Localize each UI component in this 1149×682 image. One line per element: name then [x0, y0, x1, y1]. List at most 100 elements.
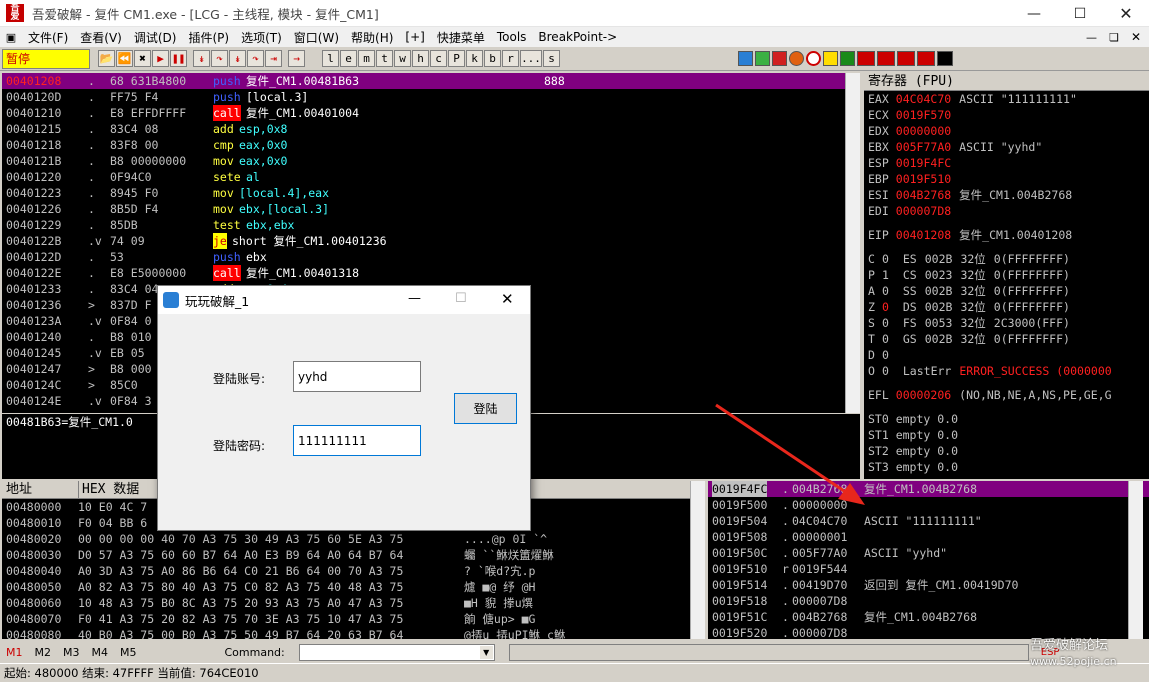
fpu-row[interactable]: ST3 empty 0.0 — [868, 459, 1149, 475]
dialog-maximize-button[interactable]: ☐ — [455, 291, 467, 306]
disasm-row[interactable]: 0040121B. B8 00000000 mov eax,0x0 — [2, 153, 860, 169]
stack-row[interactable]: 0019F504. 04C04C70 ASCII "111111111" — [708, 513, 1149, 529]
close-button[interactable]: ✕ — [1103, 0, 1149, 27]
plugin-green-icon[interactable] — [755, 51, 770, 66]
run-icon[interactable]: ▶ — [152, 50, 169, 67]
plugin-target-icon[interactable] — [806, 51, 821, 66]
stack-row[interactable]: 0019F518. 000007D8 — [708, 593, 1149, 609]
menu-debug[interactable]: 调试(D) — [128, 29, 183, 46]
login-button[interactable]: 登陆 — [454, 393, 517, 424]
stack-row[interactable]: 0019F508. 00000001 — [708, 529, 1149, 545]
stack-row[interactable]: 0019F514. 00419D70 返回到 复件_CM1.00419D70 — [708, 577, 1149, 593]
plugin-smile-icon[interactable] — [823, 51, 838, 66]
stack-row[interactable]: 0019F510 r 0019F544 — [708, 561, 1149, 577]
dump-row[interactable]: 00480060 10 48 A3 75 B0 8C A3 75 20 93 A3… — [2, 595, 705, 611]
execute-till-return-icon[interactable]: ⇥ — [265, 50, 282, 67]
flag-row[interactable]: S 0 FS 0053 32位 2C3000(FFF) — [868, 315, 1149, 331]
flag-row[interactable]: P 1 CS 0023 32位 0(FFFFFFFF) — [868, 267, 1149, 283]
mem-tab-m4[interactable]: M4 — [92, 646, 109, 659]
plugin-grid-icon[interactable] — [840, 51, 855, 66]
rewind-icon[interactable]: ⏪ — [116, 50, 133, 67]
toolbar-P[interactable]: P — [448, 50, 465, 67]
toolbar-r[interactable]: r — [502, 50, 519, 67]
toolbar-c[interactable]: c — [430, 50, 447, 67]
dump-row[interactable]: 00480030 D0 57 A3 75 60 60 B7 64 A0 E3 B9… — [2, 547, 705, 563]
register-row[interactable]: EDX 00000000 — [868, 123, 1149, 139]
stack-row[interactable]: 0019F50C. 005F77A0 ASCII "yyhd" — [708, 545, 1149, 561]
register-row[interactable]: EBP 0019F510 — [868, 171, 1149, 187]
menu-plus[interactable]: [+] — [399, 30, 430, 44]
mdi-minimize-icon[interactable]: — — [1086, 31, 1097, 44]
flag-row[interactable]: O 0 LastErr ERROR_SUCCESS (0000000 — [868, 363, 1149, 379]
disasm-row[interactable]: 00401208. 68 631B4800 push 复件_CM1.00481B63 8… — [2, 73, 860, 89]
register-row[interactable]: ESI 004B2768 复件_CM1.004B2768 — [868, 187, 1149, 203]
command-input[interactable]: ▼ — [298, 644, 495, 661]
minimize-button[interactable]: — — [1011, 0, 1057, 27]
disasm-row[interactable]: 0040122E. E8 E5000000 call 复件_CM1.00401318 — [2, 265, 860, 281]
dump-row[interactable]: 00480070 F0 41 A3 75 20 82 A3 75 70 3E A3… — [2, 611, 705, 627]
step-over-icon[interactable]: ↷ — [211, 50, 228, 67]
disasm-row[interactable]: 00401215. 83C4 08 add esp,0x8 — [2, 121, 860, 137]
trace-into-icon[interactable]: ↡ — [229, 50, 246, 67]
plugin-po-icon[interactable] — [897, 51, 915, 66]
pause-icon[interactable]: ❚❚ — [170, 50, 187, 67]
menu-shortcuts[interactable]: 快捷菜单 — [431, 29, 491, 46]
disasm-row[interactable]: 00401220. 0F94C0 sete al — [2, 169, 860, 185]
dump-row[interactable]: 00480050 A0 82 A3 75 80 40 A3 75 C0 82 A3… — [2, 579, 705, 595]
toolbar-w[interactable]: w — [394, 50, 411, 67]
mem-tab-m2[interactable]: M2 — [35, 646, 52, 659]
dialog-minimize-button[interactable]: — — [408, 291, 421, 306]
close-process-icon[interactable]: ✖ — [134, 50, 151, 67]
mdi-restore-icon[interactable]: ❏ — [1109, 31, 1119, 44]
goto-icon[interactable]: → — [288, 50, 305, 67]
flag-row[interactable]: Z 0 DS 002B 32位 0(FFFFFFFF) — [868, 299, 1149, 315]
stack-scrollbar[interactable] — [1128, 481, 1143, 639]
disasm-row[interactable]: 00401218. 83F8 00 cmp eax,0x0 — [2, 137, 860, 153]
trace-over-icon[interactable]: ↷ — [247, 50, 264, 67]
command-dropdown-icon[interactable]: ▼ — [479, 646, 493, 659]
disasm-row[interactable]: 00401226. 8B5D F4 mov ebx,[local.3] — [2, 201, 860, 217]
dump-header-address[interactable]: 地址 — [6, 482, 32, 497]
fpu-row[interactable]: ST1 empty 0.0 — [868, 427, 1149, 443]
plugin-circle-icon[interactable] — [789, 51, 804, 66]
menu-view[interactable]: 查看(V) — [74, 29, 128, 46]
toolbar-h[interactable]: h — [412, 50, 429, 67]
register-row[interactable]: EBX 005F77A0 ASCII "yyhd" — [868, 139, 1149, 155]
flag-row[interactable]: C 0 ES 002B 32位 0(FFFFFFFF) — [868, 251, 1149, 267]
menu-window[interactable]: 窗口(W) — [288, 29, 345, 46]
flag-row[interactable]: D0 — [868, 347, 1149, 363]
toolbar-k[interactable]: k — [466, 50, 483, 67]
toolbar-l[interactable]: l — [322, 50, 339, 67]
menu-plugins[interactable]: 插件(P) — [182, 29, 235, 46]
mem-tab-m3[interactable]: M3 — [63, 646, 80, 659]
dump-row[interactable]: 00480040 A0 3D A3 75 A0 86 B6 64 C0 21 B6… — [2, 563, 705, 579]
mem-tab-m1[interactable]: M1 — [6, 646, 23, 659]
menu-tools[interactable]: Tools — [491, 30, 533, 44]
plugin-jie-icon[interactable] — [917, 51, 935, 66]
toolbar-dots[interactable]: ... — [520, 50, 542, 67]
register-row[interactable]: ECX 0019F570 — [868, 107, 1149, 123]
toolbar-e[interactable]: e — [340, 50, 357, 67]
register-row[interactable]: EDI 000007D8 — [868, 203, 1149, 219]
toolbar-t[interactable]: t — [376, 50, 393, 67]
disasm-row[interactable]: 00401210. E8 EFFDFFFF call 复件_CM1.00401004 — [2, 105, 860, 121]
disasm-row[interactable]: 0040122D. 53 push ebx — [2, 249, 860, 265]
registers-panel[interactable]: 寄存器 (FPU) EAX 04C04C70 ASCII "111111111" ECX… — [864, 73, 1149, 479]
toolbar-m[interactable]: m — [358, 50, 375, 67]
account-input[interactable]: yyhd — [293, 361, 421, 392]
fpu-row[interactable]: ST0 empty 0.0 — [868, 411, 1149, 427]
menu-file[interactable]: 文件(F) — [22, 29, 74, 46]
menu-breakpoint[interactable]: BreakPoint-> — [532, 30, 623, 44]
toolbar-s[interactable]: s — [543, 50, 560, 67]
menu-help[interactable]: 帮助(H) — [345, 29, 399, 46]
eip-row[interactable]: EIP 00401208 复件_CM1.00401208 — [868, 227, 1149, 243]
stack-row[interactable]: 0019F51C. 004B2768 复件_CM1.004B2768 — [708, 609, 1149, 625]
menu-options[interactable]: 选项(T) — [235, 29, 288, 46]
plugin-black-icon[interactable] — [937, 51, 953, 66]
disasm-row[interactable]: 0040120D. FF75 F4 push [local.3] — [2, 89, 860, 105]
plugin-wu-icon[interactable] — [857, 51, 875, 66]
disasm-row[interactable]: 00401229. 85DB test ebx,ebx — [2, 217, 860, 233]
mdi-close-icon[interactable]: ✕ — [1131, 30, 1141, 44]
flag-row[interactable]: A 0 SS 002B 32位 0(FFFFFFFF) — [868, 283, 1149, 299]
disasm-row[interactable]: 0040122B .v 74 09 je short 复件_CM1.00401236 — [2, 233, 860, 249]
